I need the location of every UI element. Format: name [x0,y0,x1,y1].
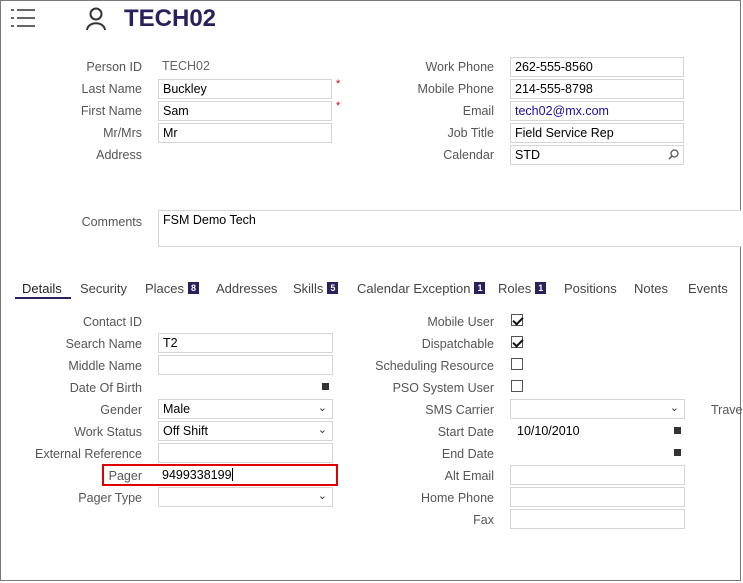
tab-skills[interactable]: Skills 5 [293,281,339,296]
work-phone-field[interactable]: 262-555-8560 [510,57,684,77]
required-marker: * [336,78,341,90]
date-of-birth-field[interactable] [158,377,333,397]
first-name-field[interactable]: Sam [158,101,332,121]
page-title: TECH02 [124,5,217,32]
middle-name-label: Middle Name [68,359,142,373]
list-menu-icon[interactable] [11,7,35,29]
mr-mrs-label: Mr/Mrs [103,126,142,140]
sms-carrier-select[interactable]: ⌄ [510,399,685,419]
pager-field[interactable]: 9499338199 [162,468,332,484]
start-date-label: Start Date [437,425,494,439]
gender-select[interactable]: Male ⌄ [158,399,333,419]
pager-type-label: Pager Type [78,491,142,505]
scheduling-resource-checkbox[interactable] [511,358,523,370]
external-reference-field[interactable] [158,443,333,463]
last-name-label: Last Name [81,82,142,96]
email-field[interactable]: tech02@mx.com [510,101,684,121]
contact-id-label: Contact ID [82,315,142,329]
search-name-field[interactable]: T2 [158,333,333,353]
fax-field[interactable] [510,509,685,529]
chevron-down-icon[interactable]: ⌄ [318,401,327,414]
mobile-user-label: Mobile User [427,315,494,329]
pager-value: 9499338199 [162,468,232,482]
address-label: Address [96,148,142,162]
chevron-down-icon[interactable]: ⌄ [318,423,327,436]
calendar-icon[interactable] [674,449,681,456]
first-name-label: First Name [80,104,142,118]
calendar-exception-count-badge: 1 [474,282,486,294]
alt-email-field[interactable] [510,465,685,485]
calendar-field[interactable]: STD [510,145,684,165]
tab-notes[interactable]: Notes [634,281,668,296]
pager-label: Pager [108,469,142,483]
tab-roles[interactable]: Roles 1 [498,281,547,296]
start-date-value: 10/10/2010 [517,424,580,438]
external-reference-label: External Reference [34,447,142,461]
tab-details[interactable]: Details [22,281,62,296]
work-status-label: Work Status [74,425,142,439]
tab-calendar-exception[interactable]: Calendar Exception 1 [357,281,486,296]
tab-positions[interactable]: Positions [564,281,617,296]
tab-places[interactable]: Places 8 [145,281,200,296]
search-name-label: Search Name [65,337,142,351]
mr-mrs-field[interactable]: Mr [158,123,332,143]
dispatchable-label: Dispatchable [421,337,494,351]
job-title-field[interactable]: Field Service Rep [510,123,684,143]
pso-system-user-label: PSO System User [392,381,494,395]
work-status-value: Off Shift [163,424,208,438]
comments-label: Comments [81,215,142,229]
scheduling-resource-label: Scheduling Resource [375,359,494,373]
alt-email-label: Alt Email [444,469,494,483]
tab-places-label: Places [145,281,185,296]
last-name-field[interactable]: Buckley [158,79,332,99]
travel-label-cut: Trave [711,403,743,417]
chevron-down-icon[interactable]: ⌄ [318,489,327,502]
places-count-badge: 8 [188,282,200,294]
work-phone-label: Work Phone [425,60,494,74]
job-title-label: Job Title [447,126,494,140]
tab-addresses[interactable]: Addresses [216,281,277,296]
person-id-label: Person ID [86,60,142,74]
tab-calendar-exception-label: Calendar Exception [357,281,471,296]
roles-count-badge: 1 [535,282,547,294]
gender-label: Gender [100,403,142,417]
comments-field[interactable]: FSM Demo Tech [158,210,741,247]
person-id-value: TECH02 [158,57,332,77]
pager-type-select[interactable]: ⌄ [158,487,333,507]
date-of-birth-label: Date Of Birth [69,381,142,395]
home-phone-field[interactable] [510,487,685,507]
mobile-user-checkbox[interactable] [511,314,523,326]
chevron-down-icon[interactable]: ⌄ [670,401,679,414]
tab-roles-label: Roles [498,281,532,296]
mobile-phone-label: Mobile Phone [417,82,494,96]
end-date-label: End Date [441,447,494,461]
text-cursor [231,468,233,481]
dispatchable-checkbox[interactable] [511,336,523,348]
person-icon [86,7,106,31]
search-icon[interactable] [668,149,679,160]
gender-value: Male [163,402,191,416]
calendar-value: STD [515,148,540,162]
middle-name-field[interactable] [158,355,333,375]
pso-system-user-checkbox[interactable] [511,380,523,392]
email-label: Email [462,104,494,118]
fax-label: Fax [473,513,494,527]
tab-events[interactable]: Events [688,281,728,296]
home-phone-label: Home Phone [421,491,494,505]
mobile-phone-field[interactable]: 214-555-8798 [510,79,684,99]
active-tab-indicator [15,297,71,299]
tab-security[interactable]: Security [80,281,127,296]
tab-skills-label: Skills [293,281,324,296]
skills-count-badge: 5 [327,282,339,294]
work-status-select[interactable]: Off Shift ⌄ [158,421,333,441]
end-date-field[interactable] [510,443,685,463]
required-marker: * [336,100,341,112]
sms-carrier-label: SMS Carrier [425,403,494,417]
calendar-label: Calendar [443,148,494,162]
start-date-field[interactable]: 10/10/2010 [510,421,685,441]
calendar-icon[interactable] [674,427,681,434]
calendar-icon[interactable] [322,383,329,390]
